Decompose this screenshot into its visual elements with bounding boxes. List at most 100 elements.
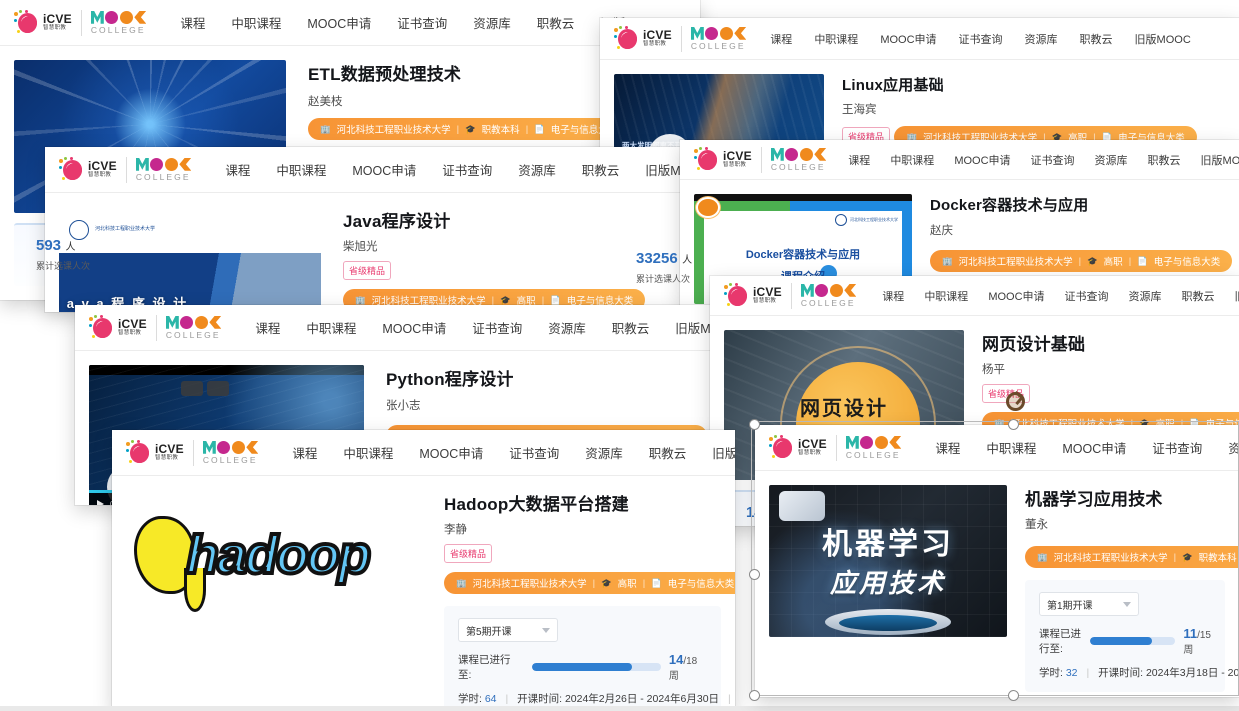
nav-link-vocational[interactable]: 中职课程 (986, 438, 1036, 457)
level-icon: 🎓 (500, 294, 511, 305)
nav-link-mooc-apply[interactable]: MOOC申请 (988, 288, 1044, 304)
brand-logo[interactable]: iCVE 智慧职教 COLLEGE (59, 156, 192, 183)
nav-link-resources[interactable]: 资源库 (1228, 438, 1239, 457)
nav-link-legacy-mooc[interactable]: 旧版MOOC (1201, 152, 1239, 168)
brand-logo[interactable]: iCVE 智慧职教 COLLEGE (769, 434, 902, 461)
nav-link-resources[interactable]: 资源库 (1025, 31, 1058, 47)
tag-level: 职教本科 (481, 125, 520, 136)
nav-link-resources[interactable]: 资源库 (518, 160, 556, 179)
nav-link-courses[interactable]: 课程 (292, 443, 317, 462)
nav-link-mooc-apply[interactable]: MOOC申请 (954, 152, 1010, 168)
mooc-c-icon (814, 147, 827, 161)
nav-link-vocational[interactable]: 中职课程 (924, 288, 968, 304)
nav-link-cloud[interactable]: 职教云 (1080, 31, 1113, 47)
course-cover-image[interactable]: hadoop (126, 490, 426, 638)
nav-link-vocational[interactable]: 中职课程 (231, 13, 281, 32)
nav-link-certificate[interactable]: 证书查询 (442, 160, 492, 179)
nav-link-courses[interactable]: 课程 (255, 318, 280, 337)
progress-label: 课程已进行至: (458, 654, 511, 681)
resize-handle-middle-left[interactable] (749, 569, 760, 580)
brand-logo[interactable]: iCVE 智慧职教 COLLEGE (614, 25, 747, 52)
resize-handle-bottom-left[interactable] (749, 690, 760, 701)
window-hadoop[interactable]: iCVE 智慧职教 COLLEGE 课程 中职课程 MOOC申请 证书查询 资源… (112, 430, 735, 711)
mooc-c-icon (889, 435, 902, 449)
nav-link-certificate[interactable]: 证书查询 (1065, 288, 1109, 304)
nav-link-mooc-apply[interactable]: MOOC申请 (1062, 438, 1126, 457)
resize-handle-top-center[interactable] (1008, 419, 1019, 430)
nav-link-cloud[interactable]: 职教云 (612, 318, 650, 337)
nav-link-courses[interactable]: 课程 (770, 31, 792, 47)
nav-link-resources[interactable]: 资源库 (585, 443, 623, 462)
term-select[interactable]: 第1期开课 (1039, 592, 1139, 616)
stat-enroll: 33256 人 累计选课人次 (614, 250, 818, 285)
nav-link-vocational[interactable]: 中职课程 (814, 31, 858, 47)
icve-wordmark: iCVE (723, 149, 752, 164)
nav-link-certificate[interactable]: 证书查询 (509, 443, 559, 462)
school-icon: 🏢 (1037, 551, 1048, 562)
nav-link-courses[interactable]: 课程 (882, 288, 904, 304)
icve-wordmark: iCVE (88, 159, 117, 174)
stat-units (238, 237, 462, 272)
nav-link-courses[interactable]: 课程 (848, 152, 870, 168)
icve-logo: iCVE 智慧职教 (614, 25, 682, 52)
nav-link-cloud[interactable]: 职教云 (1148, 152, 1181, 168)
resize-handle-top-left[interactable] (749, 419, 760, 430)
nav-link-certificate[interactable]: 证书查询 (472, 318, 522, 337)
nav-link-resources[interactable]: 资源库 (548, 318, 586, 337)
nav-link-cloud[interactable]: 职教云 (1182, 288, 1215, 304)
nav-link-resources[interactable]: 资源库 (1129, 288, 1162, 304)
nav-link-resources[interactable]: 资源库 (473, 13, 511, 32)
level-icon: 🎓 (1182, 551, 1193, 562)
nav-link-mooc-apply[interactable]: MOOC申请 (307, 13, 371, 32)
icve-subtitle: 智慧职教 (643, 41, 667, 48)
nav-link-cloud[interactable]: 职教云 (537, 13, 575, 32)
window-machine-learning[interactable]: iCVE 智慧职教 COLLEGE 课程 中职课程 MOOC申请 证书查询 资 … (755, 425, 1239, 697)
brand-logo[interactable]: iCVE 智慧职教 COLLEGE (694, 146, 827, 173)
nav-link-courses[interactable]: 课程 (180, 13, 205, 32)
mooc-o2-icon (829, 283, 843, 297)
nav-link-mooc-apply[interactable]: MOOC申请 (352, 160, 416, 179)
nav-link-resources[interactable]: 资源库 (1095, 152, 1128, 168)
brand-logo[interactable]: iCVE 智慧职教 COLLEGE (89, 314, 222, 341)
term-select[interactable]: 第5期开课 (458, 618, 558, 642)
nav-link-cloud[interactable]: 职教云 (649, 443, 687, 462)
nav-link-vocational[interactable]: 中职课程 (890, 152, 934, 168)
nav-link-certificate[interactable]: 证书查询 (959, 31, 1003, 47)
course-title: Hadoop大数据平台搭建 (444, 495, 629, 514)
nav-link-legacy-mooc[interactable]: 旧版MOOC (1135, 31, 1191, 47)
nav-link-vocational[interactable]: 中职课程 (343, 443, 393, 462)
course-tagbar: 🏢 河北科技工程职业技术大学 | 🎓 职教本科 | 📄 电子与信息大类 (308, 118, 630, 140)
mooc-logo: COLLEGE (135, 157, 192, 182)
nav-link-courses[interactable]: 课程 (225, 160, 250, 179)
level-icon: 🎓 (601, 577, 612, 588)
course-cover-image[interactable]: 机器学习 应用技术 (769, 485, 1007, 637)
mooc-o1-icon (217, 440, 231, 454)
nav-link-certificate[interactable]: 证书查询 (1152, 438, 1202, 457)
nav-link-mooc-apply[interactable]: MOOC申请 (382, 318, 446, 337)
icve-subtitle: 智慧职教 (43, 25, 67, 32)
brand-logo[interactable]: iCVE 智慧职教 COLLEGE (724, 282, 857, 309)
nav-link-vocational[interactable]: 中职课程 (306, 318, 356, 337)
progress-current: 14 (668, 652, 684, 667)
resize-handle-bottom-center[interactable] (1008, 690, 1019, 701)
nav-link-legacy-mooc[interactable]: 旧版MOOC (1235, 288, 1239, 304)
nav-link-mooc-apply[interactable]: MOOC申请 (419, 443, 483, 462)
course-title: Java程序设计 (343, 212, 451, 231)
popout-icon[interactable] (207, 381, 229, 396)
nav-link-cloud[interactable]: 职教云 (582, 160, 620, 179)
brand-logo[interactable]: iCVE 智慧职教 COLLEGE (126, 439, 259, 466)
window-java[interactable]: iCVE 智慧职教 COLLEGE 课程 中职课程 MOOC申请 证书查询 资源… (45, 147, 685, 312)
brand-logo[interactable]: iCVE 智慧职教 COLLEGE (14, 9, 147, 36)
stat-label: 累计选课人次 (36, 261, 91, 271)
nav-link-vocational[interactable]: 中职课程 (276, 160, 326, 179)
nav-link-certificate[interactable]: 证书查询 (1031, 152, 1075, 168)
nav-link-certificate[interactable]: 证书查询 (397, 13, 447, 32)
screen-share-icon[interactable] (181, 381, 203, 396)
course-title: Linux应用基础 (842, 77, 944, 94)
icve-subtitle: 智慧职教 (118, 330, 142, 337)
nav-link-legacy-mooc[interactable]: 旧版MOOC (712, 443, 735, 462)
play-icon[interactable] (97, 500, 104, 505)
nav-link-courses[interactable]: 课程 (935, 438, 960, 457)
course-progress: 课程已进行至: 11/15周 (1039, 626, 1211, 656)
nav-link-mooc-apply[interactable]: MOOC申请 (880, 31, 936, 47)
